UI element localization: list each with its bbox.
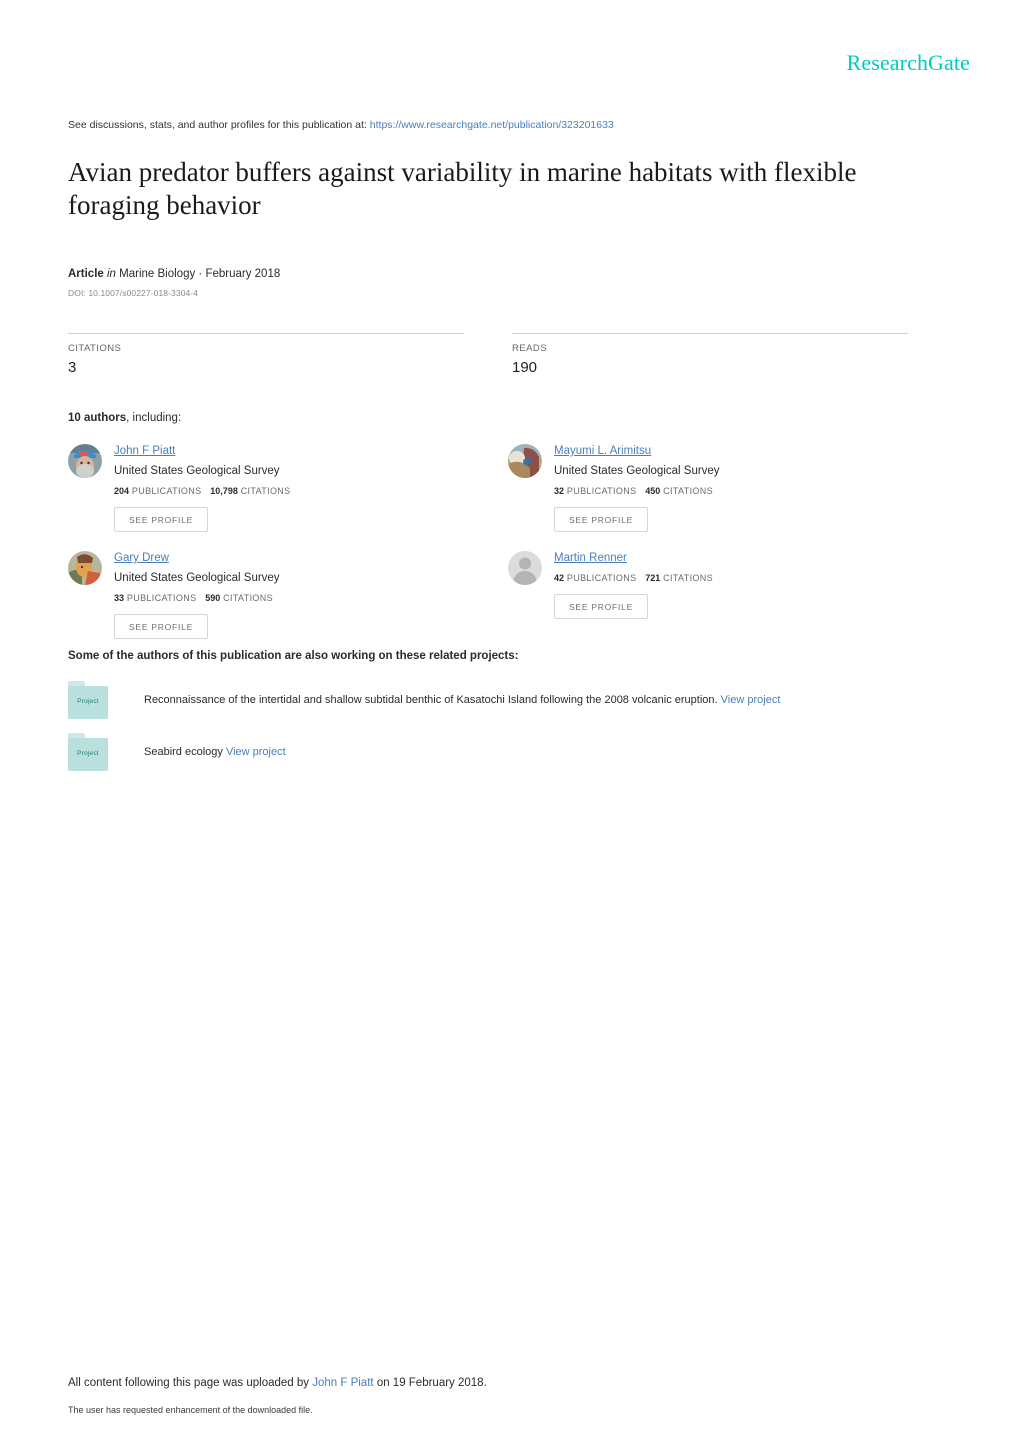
view-project-link[interactable]: View project <box>226 746 286 758</box>
view-project-link[interactable]: View project <box>721 694 781 706</box>
project-folder-icon: Project <box>68 681 108 719</box>
upload-suffix: on 19 February 2018. <box>376 1377 487 1389</box>
publications-label: PUBLICATIONS <box>131 486 202 496</box>
uploader-link[interactable]: John F Piatt <box>312 1377 373 1389</box>
publications-count: 33 <box>114 593 125 603</box>
publications-label: PUBLICATIONS <box>566 573 637 583</box>
publications-count: 32 <box>554 486 565 496</box>
author-card: Gary Drew United States Geological Surve… <box>68 548 488 639</box>
citations-label: CITATIONS <box>240 486 291 496</box>
metric-reads: READS 190 <box>512 333 908 377</box>
see-profile-button[interactable]: SEE PROFILE <box>554 507 648 532</box>
publications-label: PUBLICATIONS <box>566 486 637 496</box>
author-name-link[interactable]: John F Piatt <box>114 445 175 457</box>
author-stats: 204 PUBLICATIONS 10,798 CITATIONS <box>114 486 291 496</box>
author-body: Mayumi L. Arimitsu United States Geologi… <box>554 441 720 532</box>
author-body: John F Piatt United States Geological Su… <box>114 441 291 532</box>
citations-label: CITATIONS <box>663 573 713 583</box>
author-stats: 33 PUBLICATIONS 590 CITATIONS <box>114 593 280 603</box>
upload-note: All content following this page was uplo… <box>68 1375 487 1391</box>
see-discussions-text: See discussions, stats, and author profi… <box>68 119 367 131</box>
article-venue: Marine Biology · February 2018 <box>119 268 281 280</box>
project-folder-icon: Project <box>68 733 108 771</box>
article-in-label: in <box>107 268 116 280</box>
project-row: Project Reconnaissance of the intertidal… <box>68 681 928 719</box>
project-folder-label: Project <box>77 750 99 757</box>
author-name-link[interactable]: Gary Drew <box>114 552 169 564</box>
metrics-row: CITATIONS 3 READS 190 <box>68 333 908 377</box>
related-projects-heading: Some of the authors of this publication … <box>68 650 519 662</box>
publications-count: 204 <box>114 486 130 496</box>
project-folder-label: Project <box>77 698 99 705</box>
author-body: Martin Renner 42 PUBLICATIONS 721 CITATI… <box>554 548 713 619</box>
project-row: Project Seabird ecology View project <box>68 733 928 771</box>
citations-count: 450 <box>645 486 661 496</box>
author-name-link[interactable]: Mayumi L. Arimitsu <box>554 445 651 457</box>
article-meta-line: Article in Marine Biology · February 201… <box>68 266 952 282</box>
metric-label: READS <box>512 343 547 354</box>
see-profile-button[interactable]: SEE PROFILE <box>114 614 208 639</box>
metric-label: CITATIONS <box>68 343 122 354</box>
researchgate-logo: ResearchGate <box>846 50 970 75</box>
see-profile-button[interactable]: SEE PROFILE <box>114 507 208 532</box>
author-stats: 32 PUBLICATIONS 450 CITATIONS <box>554 486 720 496</box>
author-card: Martin Renner 42 PUBLICATIONS 721 CITATI… <box>508 548 928 619</box>
see-profile-button[interactable]: SEE PROFILE <box>554 594 648 619</box>
author-institution: United States Geological Survey <box>114 572 280 584</box>
citations-count: 590 <box>205 593 221 603</box>
authors-count: 10 authors <box>68 412 127 424</box>
author-card: Mayumi L. Arimitsu United States Geologi… <box>508 441 928 532</box>
enhancement-note: The user has requested enhancement of th… <box>68 1405 313 1415</box>
page-title: Avian predator buffers against variabili… <box>68 157 857 220</box>
publications-label: PUBLICATIONS <box>126 593 197 603</box>
citations-count: 10,798 <box>210 486 238 496</box>
project-title: Seabird ecology <box>144 746 223 758</box>
author-institution: United States Geological Survey <box>554 465 720 477</box>
author-body: Gary Drew United States Geological Surve… <box>114 548 280 639</box>
citations-label: CITATIONS <box>223 593 273 603</box>
publication-url-link[interactable]: https://www.researchgate.net/publication… <box>370 119 614 131</box>
citations-count: 721 <box>645 573 661 583</box>
metric-citations: CITATIONS 3 <box>68 333 464 377</box>
publications-count: 42 <box>554 573 565 583</box>
project-title: Reconnaissance of the intertidal and sha… <box>144 694 718 706</box>
see-discussions-line: See discussions, stats, and author profi… <box>68 118 952 132</box>
avatar-placeholder-icon <box>508 551 542 585</box>
metric-divider <box>68 333 464 334</box>
project-text: Seabird ecology View project <box>144 744 286 760</box>
content-column: See discussions, stats, and author profi… <box>68 118 952 639</box>
doi-text: DOI: 10.1007/s00227-018-3304-4 <box>68 288 199 298</box>
metric-value: 190 <box>512 359 538 376</box>
author-card: John F Piatt United States Geological Su… <box>68 441 488 532</box>
author-institution: United States Geological Survey <box>114 465 280 477</box>
avatar <box>68 444 102 478</box>
project-text: Reconnaissance of the intertidal and sha… <box>144 692 780 708</box>
avatar <box>508 444 542 478</box>
avatar <box>68 551 102 585</box>
metric-value: 3 <box>68 359 77 376</box>
metric-divider <box>512 333 908 334</box>
article-type-label: Article <box>68 268 104 280</box>
authors-heading: 10 authors, including: <box>68 410 952 426</box>
author-stats: 42 PUBLICATIONS 721 CITATIONS <box>554 573 713 583</box>
author-name-link[interactable]: Martin Renner <box>554 552 627 564</box>
upload-prefix: All content following this page was uplo… <box>68 1377 310 1389</box>
authors-including: , including: <box>126 412 182 424</box>
researchgate-cover-page: ResearchGate See discussions, stats, and… <box>0 0 1020 1441</box>
citations-label: CITATIONS <box>663 486 713 496</box>
